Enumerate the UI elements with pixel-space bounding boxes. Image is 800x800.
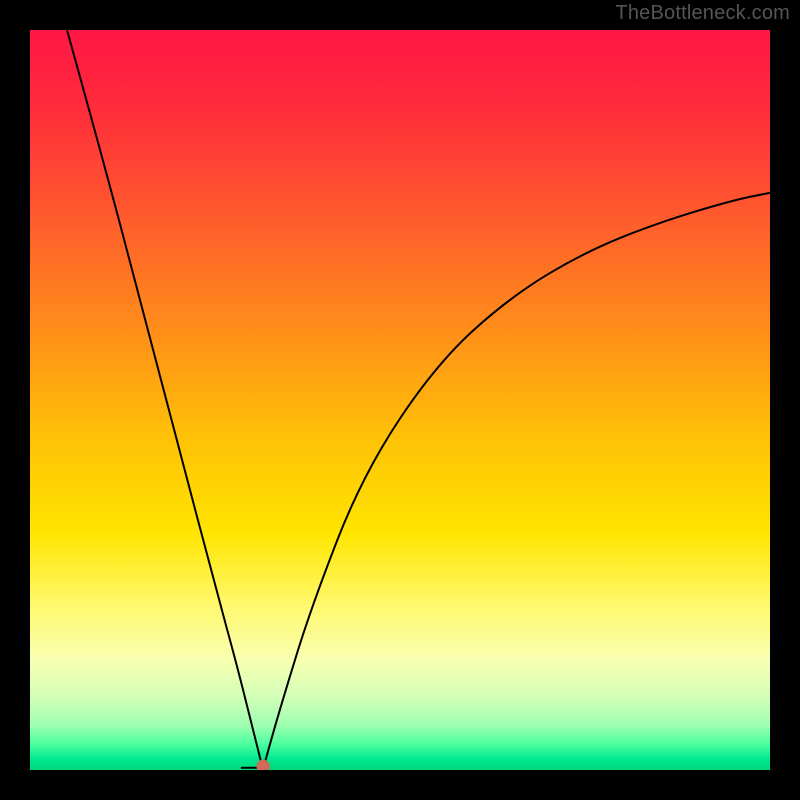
- marker-dot: [256, 760, 269, 770]
- watermark-text: TheBottleneck.com: [615, 2, 790, 25]
- curve-layer: [30, 30, 770, 770]
- chart-container: TheBottleneck.com: [0, 0, 800, 800]
- plot-area: [30, 30, 770, 770]
- bottleneck-curve: [67, 30, 770, 766]
